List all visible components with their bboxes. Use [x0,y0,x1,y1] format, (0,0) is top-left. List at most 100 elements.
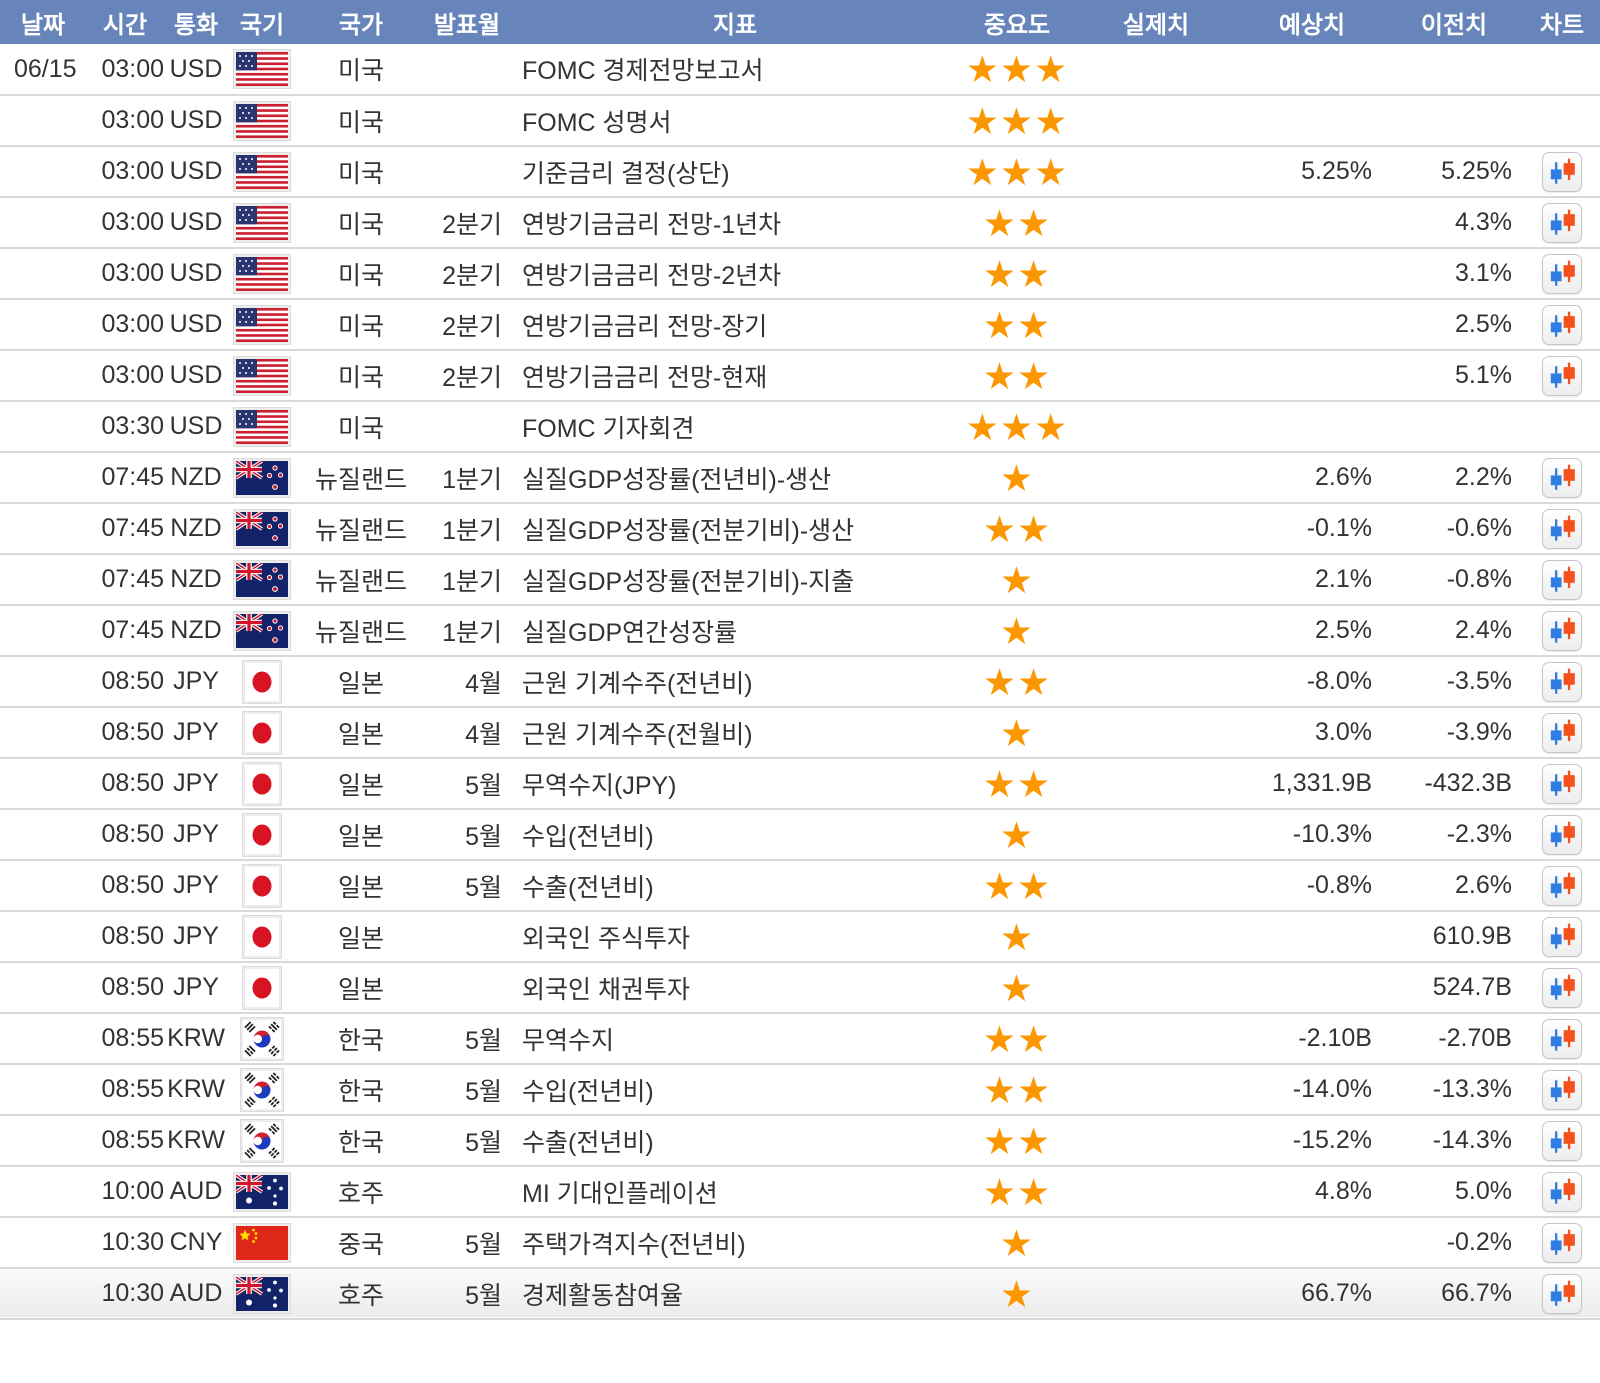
previous-cell: 610.9B [1384,911,1524,962]
previous-cell: 2.6% [1384,860,1524,911]
importance-star-icon: ★ [983,664,1017,701]
chart-button[interactable] [1542,305,1582,345]
indicator-cell: 근원 기계수주(전월비) [508,707,962,758]
previous-cell: -3.5% [1384,656,1524,707]
chart-button[interactable] [1542,1070,1582,1110]
previous-cell: 2.2% [1384,452,1524,503]
flag-cell [228,707,296,758]
chart-cell [1524,1166,1600,1217]
forecast-cell [1240,962,1384,1013]
flag-cell [228,248,296,299]
actual-cell [1072,95,1240,146]
date-cell [0,1064,86,1115]
chart-button[interactable] [1542,356,1582,396]
cn-flag-icon [233,1223,291,1263]
previous-cell: 5.0% [1384,1166,1524,1217]
country-cell: 뉴질랜드 [296,452,426,503]
previous-cell: -0.6% [1384,503,1524,554]
chart-button[interactable] [1542,458,1582,498]
flag-cell [228,350,296,401]
chart-button[interactable] [1542,254,1582,294]
table-row[interactable]: 03:00 USD 미국 2분기 연방기금금리 전망-2년차 ★★ 3.1% [0,248,1600,299]
chart-button[interactable] [1542,152,1582,192]
indicator-cell: 수입(전년비) [508,809,962,860]
forecast-cell: -14.0% [1240,1064,1384,1115]
importance-star-icon: ★ [983,1072,1017,1109]
table-row[interactable]: 08:50 JPY 일본 5월 무역수지(JPY) ★★ 1,331.9B -4… [0,758,1600,809]
chart-button[interactable] [1542,1172,1582,1212]
table-row[interactable]: 06/15 03:00 USD 미국 FOMC 경제전망보고서 ★★★ [0,44,1600,95]
chart-cell [1524,605,1600,656]
table-row[interactable]: 08:50 JPY 일본 4월 근원 기계수주(전년비) ★★ -8.0% -3… [0,656,1600,707]
date-cell [0,1115,86,1166]
chart-button[interactable] [1542,509,1582,549]
chart-button[interactable] [1542,1274,1582,1314]
importance-star-icon: ★ [983,307,1017,344]
importance-star-icon: ★ [983,1174,1017,1211]
col-header-release-month: 발표월 [426,0,508,44]
table-row[interactable]: 07:45 NZD 뉴질랜드 1분기 실질GDP성장률(전년비)-생산 ★ 2.… [0,452,1600,503]
table-row[interactable]: 03:00 USD 미국 기준금리 결정(상단) ★★★ 5.25% 5.25% [0,146,1600,197]
indicator-cell: 무역수지 [508,1013,962,1064]
chart-button[interactable] [1542,968,1582,1008]
chart-button[interactable] [1542,1019,1582,1059]
table-row[interactable]: 03:30 USD 미국 FOMC 기자회견 ★★★ [0,401,1600,452]
country-cell: 미국 [296,197,426,248]
actual-cell [1072,860,1240,911]
candlestick-chart-icon [1545,207,1579,241]
chart-button[interactable] [1542,203,1582,243]
table-row[interactable]: 08:50 JPY 일본 5월 수출(전년비) ★★ -0.8% 2.6% [0,860,1600,911]
candlestick-chart-icon [1545,615,1579,649]
table-row[interactable]: 03:00 USD 미국 2분기 연방기금금리 전망-현재 ★★ 5.1% [0,350,1600,401]
actual-cell [1072,707,1240,758]
importance-cell: ★★ [962,656,1072,707]
candlestick-chart-icon [1545,819,1579,853]
chart-cell [1524,248,1600,299]
chart-button[interactable] [1542,1121,1582,1161]
jp-flag-icon [242,966,282,1010]
indicator-cell: MI 기대인플레이션 [508,1166,962,1217]
chart-button[interactable] [1542,1223,1582,1263]
flag-cell [228,809,296,860]
us-flag-icon [233,407,291,447]
table-row[interactable]: 08:50 JPY 일본 5월 수입(전년비) ★ -10.3% -2.3% [0,809,1600,860]
table-row[interactable]: 03:00 USD 미국 FOMC 성명서 ★★★ [0,95,1600,146]
date-cell [0,911,86,962]
country-cell: 뉴질랜드 [296,554,426,605]
table-row[interactable]: 07:45 NZD 뉴질랜드 1분기 실질GDP성장률(전분기비)-생산 ★★ … [0,503,1600,554]
indicator-cell: 실질GDP연간성장률 [508,605,962,656]
chart-button[interactable] [1542,866,1582,906]
importance-cell: ★★ [962,350,1072,401]
chart-button[interactable] [1542,560,1582,600]
jp-flag-icon [242,762,282,806]
table-row[interactable]: 08:50 JPY 일본 외국인 주식투자 ★ 610.9B [0,911,1600,962]
table-row[interactable]: 07:45 NZD 뉴질랜드 1분기 실질GDP성장률(전분기비)-지출 ★ 2… [0,554,1600,605]
table-row[interactable]: 08:55 KRW 한국 5월 수출(전년비) ★★ -15.2% -14.3% [0,1115,1600,1166]
table-row[interactable]: 03:00 USD 미국 2분기 연방기금금리 전망-장기 ★★ 2.5% [0,299,1600,350]
chart-button[interactable] [1542,917,1582,957]
table-row[interactable]: 08:50 JPY 일본 4월 근원 기계수주(전월비) ★ 3.0% -3.9… [0,707,1600,758]
table-row[interactable]: 03:00 USD 미국 2분기 연방기금금리 전망-1년차 ★★ 4.3% [0,197,1600,248]
table-row[interactable]: 08:50 JPY 일본 외국인 채권투자 ★ 524.7B [0,962,1600,1013]
time-cell: 07:45 [86,554,164,605]
table-row[interactable]: 10:30 CNY 중국 5월 주택가격지수(전년비) ★ -0.2% [0,1217,1600,1268]
chart-button[interactable] [1542,764,1582,804]
candlestick-chart-icon [1545,1023,1579,1057]
time-cell: 03:00 [86,350,164,401]
forecast-cell [1240,44,1384,95]
previous-cell [1384,401,1524,452]
table-row[interactable]: 10:00 AUD 호주 MI 기대인플레이션 ★★ 4.8% 5.0% [0,1166,1600,1217]
forecast-cell: 4.8% [1240,1166,1384,1217]
table-row[interactable]: 07:45 NZD 뉴질랜드 1분기 실질GDP연간성장률 ★ 2.5% 2.4… [0,605,1600,656]
chart-button[interactable] [1542,662,1582,702]
importance-star-icon: ★ [1000,154,1034,191]
actual-cell [1072,1217,1240,1268]
chart-button[interactable] [1542,815,1582,855]
chart-button[interactable] [1542,611,1582,651]
table-row[interactable]: 10:30 AUD 호주 5월 경제활동참여율 ★ 66.7% 66.7% [0,1268,1600,1319]
table-row[interactable]: 08:55 KRW 한국 5월 무역수지 ★★ -2.10B -2.70B [0,1013,1600,1064]
table-row[interactable]: 08:55 KRW 한국 5월 수입(전년비) ★★ -14.0% -13.3% [0,1064,1600,1115]
indicator-cell: 수출(전년비) [508,860,962,911]
chart-button[interactable] [1542,713,1582,753]
chart-cell [1524,44,1600,95]
